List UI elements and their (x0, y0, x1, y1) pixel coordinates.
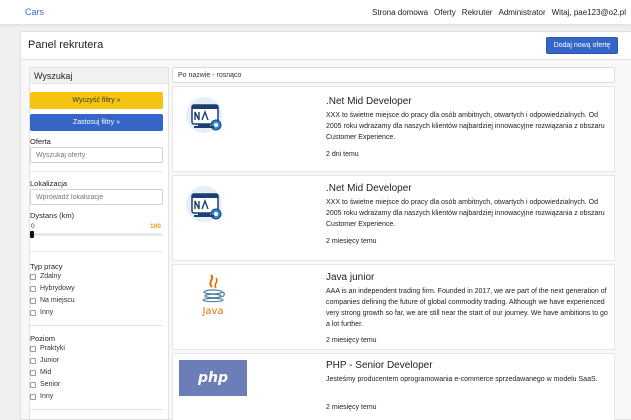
offer-title[interactable]: .Net Mid Developer (326, 183, 412, 194)
offer-description: XXX to świetne miejsce do pracy dla osób… (326, 199, 605, 228)
level-label: Poziom (30, 334, 56, 343)
distance-slider-handle[interactable] (30, 231, 34, 238)
offer-title[interactable]: PHP - Senior Developer (326, 360, 433, 371)
divider (30, 325, 163, 326)
nav-link-home[interactable]: Strona domowa (372, 8, 428, 17)
work-type-other-checkbox[interactable]: Inny (30, 309, 53, 316)
search-sidebar: Wyszukaj Wyczyść filtry » Zastosuj filtr… (29, 67, 169, 420)
level-internship-checkbox[interactable]: Praktyki (30, 345, 65, 352)
offer-search-input[interactable] (30, 147, 163, 163)
divider (30, 251, 163, 252)
divider (30, 409, 163, 410)
location-input[interactable] (30, 189, 163, 205)
location-label: Lokalizacja (30, 179, 68, 188)
checkbox-label: Zdalny (40, 273, 62, 280)
nav-user-greeting[interactable]: Witaj, pae123@o2.pl (552, 8, 626, 17)
level-other-checkbox[interactable]: Inny (30, 393, 53, 400)
nav-link-admin[interactable]: Administrator (498, 8, 545, 17)
offer-time: 2 miesięcy temu (326, 238, 377, 245)
sort-select[interactable]: Po nazwie - rosnąco (172, 67, 615, 83)
checkbox-box[interactable] (30, 345, 36, 352)
offer-title[interactable]: .Net Mid Developer (326, 96, 412, 107)
checkbox-box[interactable] (30, 309, 36, 316)
checkbox-box[interactable] (30, 357, 36, 364)
checkbox-label: Junior (40, 357, 60, 364)
work-type-onsite-checkbox[interactable]: Na miejscu (30, 297, 75, 304)
clear-filters-button[interactable]: Wyczyść filtry » (30, 92, 163, 109)
dotnet-logo-icon (180, 95, 232, 137)
work-type-label: Typ pracy (30, 262, 63, 271)
distance-slider[interactable] (30, 233, 163, 236)
offer-title[interactable]: Java junior (326, 272, 374, 283)
brand-link[interactable]: Cars (25, 7, 44, 17)
checkbox-box[interactable] (30, 273, 36, 280)
dotnet-logo-icon (180, 184, 232, 226)
nav-links: Strona domowa Oferty Rekruter Administra… (372, 8, 626, 17)
offer-time: 2 miesięcy temu (326, 404, 377, 411)
offer-card[interactable]: .Net Mid Developer XXX to świetne miejsc… (172, 86, 615, 172)
distance-label: Dystans (km) (30, 211, 75, 220)
checkbox-label: Na miejscu (40, 297, 75, 304)
distance-min: 0 (31, 223, 35, 230)
java-logo-icon: Java (197, 273, 231, 319)
work-type-hybrid-checkbox[interactable]: Hybrydowy (30, 285, 75, 292)
checkbox-box[interactable] (30, 381, 36, 388)
checkbox-label: Inny (40, 393, 54, 400)
checkbox-label: Inny (40, 309, 54, 316)
checkbox-label: Praktyki (40, 345, 65, 352)
svg-text:Java: Java (201, 306, 223, 317)
page-title: Panel rekrutera (28, 39, 104, 51)
checkbox-box[interactable] (30, 393, 36, 400)
level-junior-checkbox[interactable]: Junior (30, 357, 59, 364)
offer-card[interactable]: Java Java junior AAA is an independent t… (172, 264, 615, 350)
distance-max: 100 (150, 223, 161, 230)
checkbox-label: Mid (40, 369, 52, 376)
checkbox-label: Senior (40, 381, 61, 388)
divider (30, 171, 163, 172)
level-mid-checkbox[interactable]: Mid (30, 369, 51, 376)
work-type-remote-checkbox[interactable]: Zdalny (30, 273, 61, 280)
level-senior-checkbox[interactable]: Senior (30, 381, 60, 388)
add-offer-button[interactable]: Dodaj nową ofertę (546, 37, 618, 54)
php-logo-icon: php (179, 360, 247, 396)
offer-time: 2 miesięcy temu (326, 337, 377, 344)
offer-label: Oferta (30, 137, 51, 146)
checkbox-box[interactable] (30, 369, 36, 376)
nav-link-offers[interactable]: Oferty (434, 8, 456, 17)
offer-description: XXX to świetne miejsce do pracy dla osób… (326, 112, 605, 141)
checkbox-label: Hybrydowy (40, 285, 75, 292)
apply-filters-button[interactable]: Zastosuj filtry » (30, 114, 163, 131)
offer-description: AAA is an independent trading firm. Foun… (326, 288, 608, 328)
offer-description: Jesteśmy producentem oprogramowania e-co… (326, 376, 598, 383)
offer-card[interactable]: php PHP - Senior Developer Jesteśmy prod… (172, 353, 615, 420)
offer-card[interactable]: .Net Mid Developer XXX to świetne miejsc… (172, 175, 615, 261)
checkbox-box[interactable] (30, 297, 36, 304)
nav-link-recruiter[interactable]: Rekruter (462, 8, 493, 17)
top-navbar: Cars Strona domowa Oferty Rekruter Admin… (0, 0, 631, 25)
offer-time: 2 dni temu (326, 151, 359, 158)
checkbox-box[interactable] (30, 285, 36, 292)
panel-header: Panel rekrutera Dodaj nową ofertę (21, 32, 631, 60)
